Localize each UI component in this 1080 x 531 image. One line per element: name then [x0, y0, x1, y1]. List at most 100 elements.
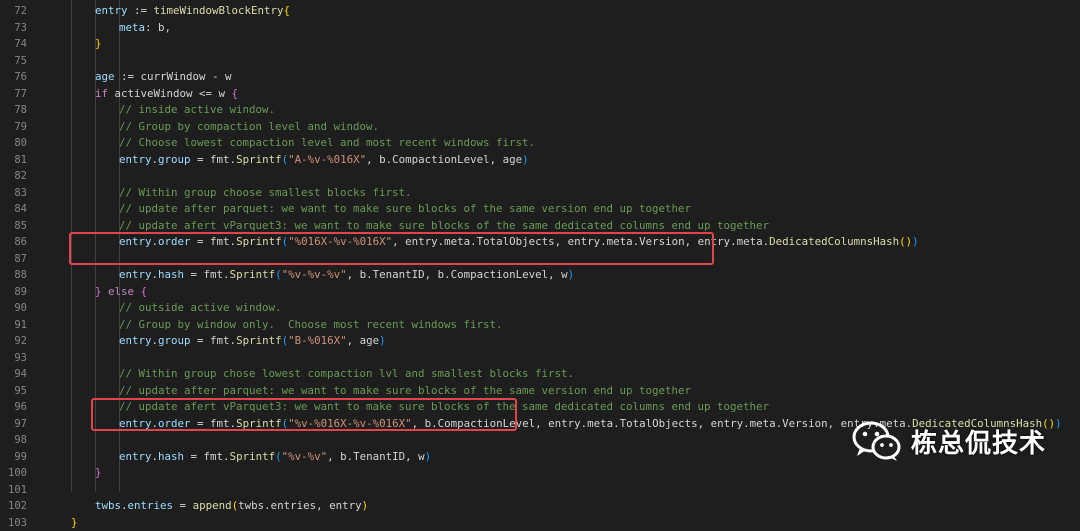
keyword-token: if: [95, 87, 108, 100]
bracket-token: }: [95, 37, 102, 50]
line-number: 75: [0, 53, 27, 70]
code-text: age := currWindow - w: [95, 69, 232, 86]
code-token: = fmt.: [184, 450, 230, 463]
code-line[interactable]: 79// Group by compaction level and windo…: [0, 119, 1080, 136]
code-text: }: [95, 465, 102, 482]
line-number: 92: [0, 333, 27, 350]
code-token: := currWindow - w: [115, 70, 232, 83]
code-text: }: [71, 515, 78, 531]
code-token: = fmt.: [184, 268, 230, 281]
line-number: 78: [0, 102, 27, 119]
code-line[interactable]: 72entry := timeWindowBlockEntry{: [0, 3, 1080, 20]
code-text: // Choose lowest compaction level and mo…: [119, 135, 535, 152]
line-number: 101: [0, 482, 27, 499]
keyword-token: else: [108, 285, 134, 298]
bracket-token: (): [899, 235, 912, 248]
code-text: twbs.entries = append(twbs.entries, entr…: [95, 498, 368, 515]
comment-token: // Within group chose lowest compaction …: [119, 367, 574, 380]
code-token: activeWindow <= w: [108, 87, 232, 100]
code-line[interactable]: 100}: [0, 465, 1080, 482]
function-token: append: [193, 499, 232, 512]
bracket-token: ): [425, 450, 432, 463]
code-line[interactable]: 75: [0, 53, 1080, 70]
code-line[interactable]: 93: [0, 350, 1080, 367]
code-text: if activeWindow <= w {: [95, 86, 238, 103]
code-text: entry.hash = fmt.Sprintf("%v-%v", b.Tena…: [119, 449, 431, 466]
wechat-icon: [851, 418, 903, 464]
comment-token: // Choose lowest compaction level and mo…: [119, 136, 535, 149]
watermark-text: 栋总侃技术: [911, 423, 1046, 460]
code-line[interactable]: 76age := currWindow - w: [0, 69, 1080, 86]
code-line[interactable]: 77 if activeWindow <= w {: [0, 86, 1080, 103]
line-number: 102: [0, 498, 27, 515]
code-token: = fmt.: [191, 153, 237, 166]
code-text: entry.hash = fmt.Sprintf("%v-%v-%v", b.T…: [119, 267, 574, 284]
bracket-token: }: [71, 516, 78, 529]
comment-token: // inside active window.: [119, 103, 275, 116]
code-line[interactable]: 94// Within group chose lowest compactio…: [0, 366, 1080, 383]
line-number: 81: [0, 152, 27, 169]
code-text: // inside active window.: [119, 102, 275, 119]
code-line[interactable]: 89} else {: [0, 284, 1080, 301]
function-token: Sprintf: [236, 153, 282, 166]
comment-token: // Group by window only. Choose most rec…: [119, 318, 503, 331]
line-number: 93: [0, 350, 27, 367]
bracket-token: {: [232, 87, 239, 100]
string-token: "B-%016X": [288, 334, 347, 347]
code-token: twbs.entries, entry: [238, 499, 362, 512]
code-line[interactable]: 78 // inside active window.: [0, 102, 1080, 119]
line-number: 84: [0, 201, 27, 218]
code-line[interactable]: 73meta: b,: [0, 20, 1080, 37]
variable-token: entries: [128, 499, 174, 512]
code-line[interactable]: 88 entry.hash = fmt.Sprintf("%v-%v-%v", b…: [0, 267, 1080, 284]
code-line[interactable]: 95// update after parquet: we want to ma…: [0, 383, 1080, 400]
function-token: Sprintf: [230, 450, 276, 463]
function-token: Sprintf: [236, 334, 282, 347]
code-text: // Within group chose lowest compaction …: [119, 366, 574, 383]
line-number: 86: [0, 234, 27, 251]
string-token: "A-%v-%016X": [288, 153, 366, 166]
string-token: "%v-%v": [282, 450, 328, 463]
line-number: 83: [0, 185, 27, 202]
line-number: 99: [0, 449, 27, 466]
code-line[interactable]: 84 // update after parquet: we want to ma…: [0, 201, 1080, 218]
code-line[interactable]: 92entry.group = fmt.Sprintf("B-%016X", a…: [0, 333, 1080, 350]
code-line[interactable]: 90// outside active window.: [0, 300, 1080, 317]
comment-token: // update after parquet: we want to make…: [119, 202, 691, 215]
line-number: 98: [0, 432, 27, 449]
comment-token: // Within group choose smallest blocks f…: [119, 186, 412, 199]
line-number: 73: [0, 20, 27, 37]
code-line[interactable]: 82: [0, 168, 1080, 185]
code-line[interactable]: 81entry.group = fmt.Sprintf("A-%v-%016X"…: [0, 152, 1080, 169]
code-token: =: [173, 499, 193, 512]
code-line[interactable]: 102 twbs.entries = append(twbs.entries, e…: [0, 498, 1080, 515]
function-token: DedicatedColumnsHash: [769, 235, 899, 248]
comment-token: // Group by compaction level and window.: [119, 120, 379, 133]
line-number: 77: [0, 86, 27, 103]
bracket-token: }: [95, 466, 102, 479]
line-number: 87: [0, 251, 27, 268]
code-line[interactable]: 101: [0, 482, 1080, 499]
bracket-token: ): [362, 499, 369, 512]
line-number: 89: [0, 284, 27, 301]
code-line[interactable]: 91// Group by window only. Choose most r…: [0, 317, 1080, 334]
code-line[interactable]: 83 // Within group choose smallest blocks…: [0, 185, 1080, 202]
watermark: 栋总侃技术: [851, 418, 1046, 464]
variable-token: entry: [119, 450, 152, 463]
code-line[interactable]: 103}: [0, 515, 1080, 531]
line-number: 96: [0, 399, 27, 416]
variable-token: meta: [119, 21, 145, 34]
highlight-box-line-88: [69, 232, 714, 265]
bracket-token: ): [522, 153, 529, 166]
code-line[interactable]: 80// Choose lowest compaction level and …: [0, 135, 1080, 152]
line-number: 88: [0, 267, 27, 284]
bracket-token: {: [284, 4, 291, 17]
line-number: 90: [0, 300, 27, 317]
code-text: }: [95, 36, 102, 53]
variable-token: hash: [158, 268, 184, 281]
string-token: "%v-%v-%v": [282, 268, 347, 281]
line-number: 82: [0, 168, 27, 185]
code-text: // Within group choose smallest blocks f…: [119, 185, 412, 202]
code-line[interactable]: 74}: [0, 36, 1080, 53]
variable-token: entry: [119, 153, 152, 166]
